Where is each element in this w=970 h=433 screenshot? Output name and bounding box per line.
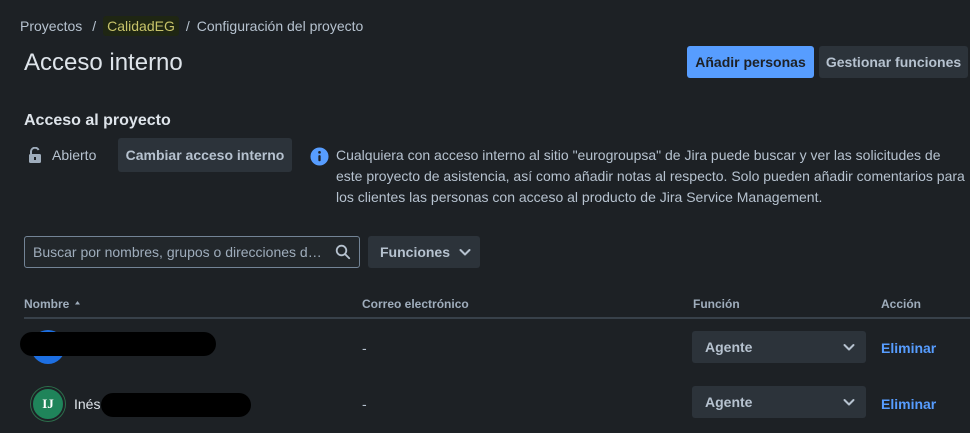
- column-header-name[interactable]: Nombre: [24, 297, 81, 311]
- info-icon: [310, 147, 329, 166]
- chevron-down-icon: [843, 344, 855, 351]
- chevron-down-icon: [843, 399, 855, 406]
- search-input[interactable]: Buscar por nombres, grupos o direcciones…: [24, 236, 360, 268]
- table-row: - Agente Eliminar: [0, 319, 970, 375]
- page-title: Acceso interno: [24, 49, 183, 76]
- breadcrumb: Proyectos / CalidadEG / Configuración de…: [20, 16, 363, 36]
- breadcrumb-settings[interactable]: Configuración del proyecto: [197, 18, 364, 34]
- chevron-down-icon: [459, 249, 471, 256]
- search-icon: [335, 244, 351, 260]
- roles-filter-label: Funciones: [380, 244, 451, 260]
- user-email: -: [362, 396, 367, 412]
- access-info-text: Cualquiera con acceso interno al sitio "…: [336, 147, 965, 205]
- change-internal-access-button[interactable]: Cambiar acceso interno: [118, 138, 292, 172]
- project-settings-page: Proyectos / CalidadEG / Configuración de…: [0, 0, 970, 433]
- column-header-role: Función: [693, 297, 740, 311]
- avatar: IJ: [31, 387, 65, 421]
- sort-ascending-icon: [74, 301, 80, 305]
- column-header-email: Correo electrónico: [362, 297, 469, 311]
- redacted-name: [101, 393, 251, 417]
- manage-roles-button[interactable]: Gestionar funciones: [819, 46, 968, 78]
- column-header-action: Acción: [881, 297, 922, 311]
- redacted-name: [20, 332, 216, 356]
- project-access-title: Acceso al proyecto: [24, 112, 171, 129]
- add-people-button[interactable]: Añadir personas: [687, 46, 814, 78]
- user-email: -: [362, 340, 367, 356]
- remove-user-link[interactable]: Eliminar: [881, 340, 936, 356]
- breadcrumb-project[interactable]: CalidadEG: [103, 16, 179, 36]
- breadcrumb-separator: /: [185, 18, 190, 34]
- role-select[interactable]: Agente: [692, 331, 866, 363]
- remove-user-link[interactable]: Eliminar: [881, 396, 936, 412]
- role-select-value: Agente: [705, 339, 753, 355]
- table-row: IJ Inés - Agente Eliminar: [0, 375, 970, 431]
- search-placeholder[interactable]: Buscar por nombres, grupos o direcciones…: [33, 244, 327, 260]
- user-name: Inés: [74, 396, 101, 412]
- role-select[interactable]: Agente: [692, 386, 866, 418]
- roles-filter-button[interactable]: Funciones: [368, 236, 480, 268]
- breadcrumb-projects[interactable]: Proyectos: [20, 18, 82, 34]
- breadcrumb-separator: /: [92, 18, 97, 34]
- role-select-value: Agente: [705, 394, 753, 410]
- access-status: Abierto: [52, 147, 97, 163]
- unlock-icon: [29, 147, 41, 163]
